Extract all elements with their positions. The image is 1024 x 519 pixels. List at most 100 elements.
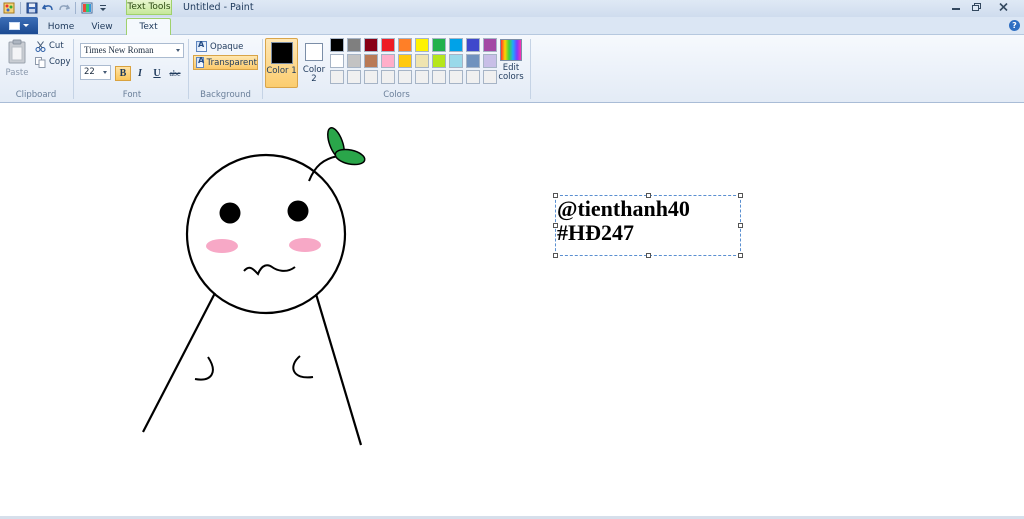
color1-button[interactable]: Color 1 [265,38,298,88]
character-cheek-right [289,238,321,252]
color-swatch[interactable] [466,70,480,84]
color-swatch[interactable] [466,38,480,52]
sprout-leaf-right [334,148,366,166]
color-swatch[interactable] [466,54,480,68]
restore-icon [972,2,981,11]
color-swatch[interactable] [364,70,378,84]
transparent-button[interactable]: Transparent [193,55,258,70]
color-swatch[interactable] [347,70,361,84]
transparent-label: Transparent [206,57,257,68]
color-swatch[interactable] [330,70,344,84]
paste-label: Paste [5,68,29,78]
drawing-canvas[interactable] [0,104,1024,516]
group-separator [73,39,74,99]
color-spectrum-icon [500,39,522,61]
color-swatch[interactable] [347,54,361,68]
color-swatch[interactable] [381,54,395,68]
color1-label: Color 1 [266,66,297,76]
color-swatch[interactable] [483,38,497,52]
canvas-text[interactable]: @tienthanh40 #HĐ247 [557,197,690,245]
text-tools-context-label: Text Tools [126,0,172,15]
undo-icon[interactable] [41,1,55,15]
qat-separator [20,1,21,14]
edit-colors-label: Edit colors [498,63,524,82]
quick-access-toolbar [0,0,110,15]
resize-handle[interactable] [738,193,743,198]
color-swatch[interactable] [398,70,412,84]
opaque-icon [196,40,207,52]
color-swatch[interactable] [449,70,463,84]
chevron-down-icon [176,49,180,52]
title-bar: Text Tools Untitled - Paint [0,0,1024,17]
copy-button[interactable]: Copy [35,55,71,69]
color2-swatch [305,43,323,61]
character-body-left [142,292,216,433]
close-button[interactable] [988,0,1018,13]
color-swatch[interactable] [432,38,446,52]
character-eye-left [219,202,241,224]
color-swatch[interactable] [330,54,344,68]
color-swatch[interactable] [330,38,344,52]
group-separator [188,39,189,99]
font-size-value: 22 [84,67,95,77]
character-arm-left [194,356,214,381]
tab-text[interactable]: Text [126,18,171,35]
color-swatch[interactable] [483,54,497,68]
color-swatch[interactable] [415,38,429,52]
group-separator [262,39,263,99]
canvas-text-line-2: #HĐ247 [557,220,634,245]
minimize-icon [951,7,960,10]
color-swatch[interactable] [398,54,412,68]
help-icon[interactable]: ? [1009,20,1020,31]
font-group-label: Font [122,90,142,100]
resize-handle[interactable] [646,253,651,258]
font-family-select[interactable]: Times New Roman [80,43,184,58]
resize-handle[interactable] [738,223,743,228]
save-icon[interactable] [25,1,39,15]
tab-home[interactable]: Home [44,18,78,35]
character-body-right [314,293,363,446]
color-swatch[interactable] [449,54,463,68]
redo-icon[interactable] [57,1,71,15]
color-swatch[interactable] [364,54,378,68]
minimize-button[interactable] [945,0,966,13]
underline-button[interactable]: U [149,66,165,81]
color-swatch[interactable] [432,70,446,84]
restore-button[interactable] [966,0,987,13]
color-swatch[interactable] [415,70,429,84]
color-palette [330,38,497,84]
paste-button[interactable]: Paste [4,39,30,85]
resize-handle[interactable] [738,253,743,258]
font-size-select[interactable]: 22 [80,65,111,80]
italic-button[interactable]: I [132,66,148,81]
tab-view[interactable]: View [84,18,120,35]
color-swatch[interactable] [381,38,395,52]
color-swatch[interactable] [449,38,463,52]
window-title: Untitled - Paint [183,2,254,13]
color-swatch[interactable] [483,70,497,84]
color-swatch[interactable] [347,38,361,52]
menu-icon [9,21,20,30]
resize-handle[interactable] [553,253,558,258]
clipboard-group-label: Clipboard [15,90,57,100]
opaque-label: Opaque [210,41,244,52]
strikethrough-button[interactable]: abc [166,66,184,81]
paint-menu-button[interactable] [0,17,38,34]
cut-button[interactable]: Cut [35,39,64,53]
clipboard-icon [8,39,26,64]
image-properties-icon[interactable] [80,1,94,15]
customize-qat-icon[interactable] [96,1,110,15]
paint-app-icon[interactable] [2,1,16,15]
color-swatch[interactable] [432,54,446,68]
color-swatch[interactable] [381,70,395,84]
edit-colors-button[interactable]: Edit colors [496,39,526,87]
color-swatch[interactable] [398,38,412,52]
copy-icon [35,56,46,68]
chevron-down-icon [23,24,29,27]
opaque-button[interactable]: Opaque [193,39,258,54]
character-cheek-left [206,239,238,253]
color2-button[interactable]: Color 2 [299,38,329,88]
color-swatch[interactable] [364,38,378,52]
bold-button[interactable]: B [115,66,131,81]
color-swatch[interactable] [415,54,429,68]
